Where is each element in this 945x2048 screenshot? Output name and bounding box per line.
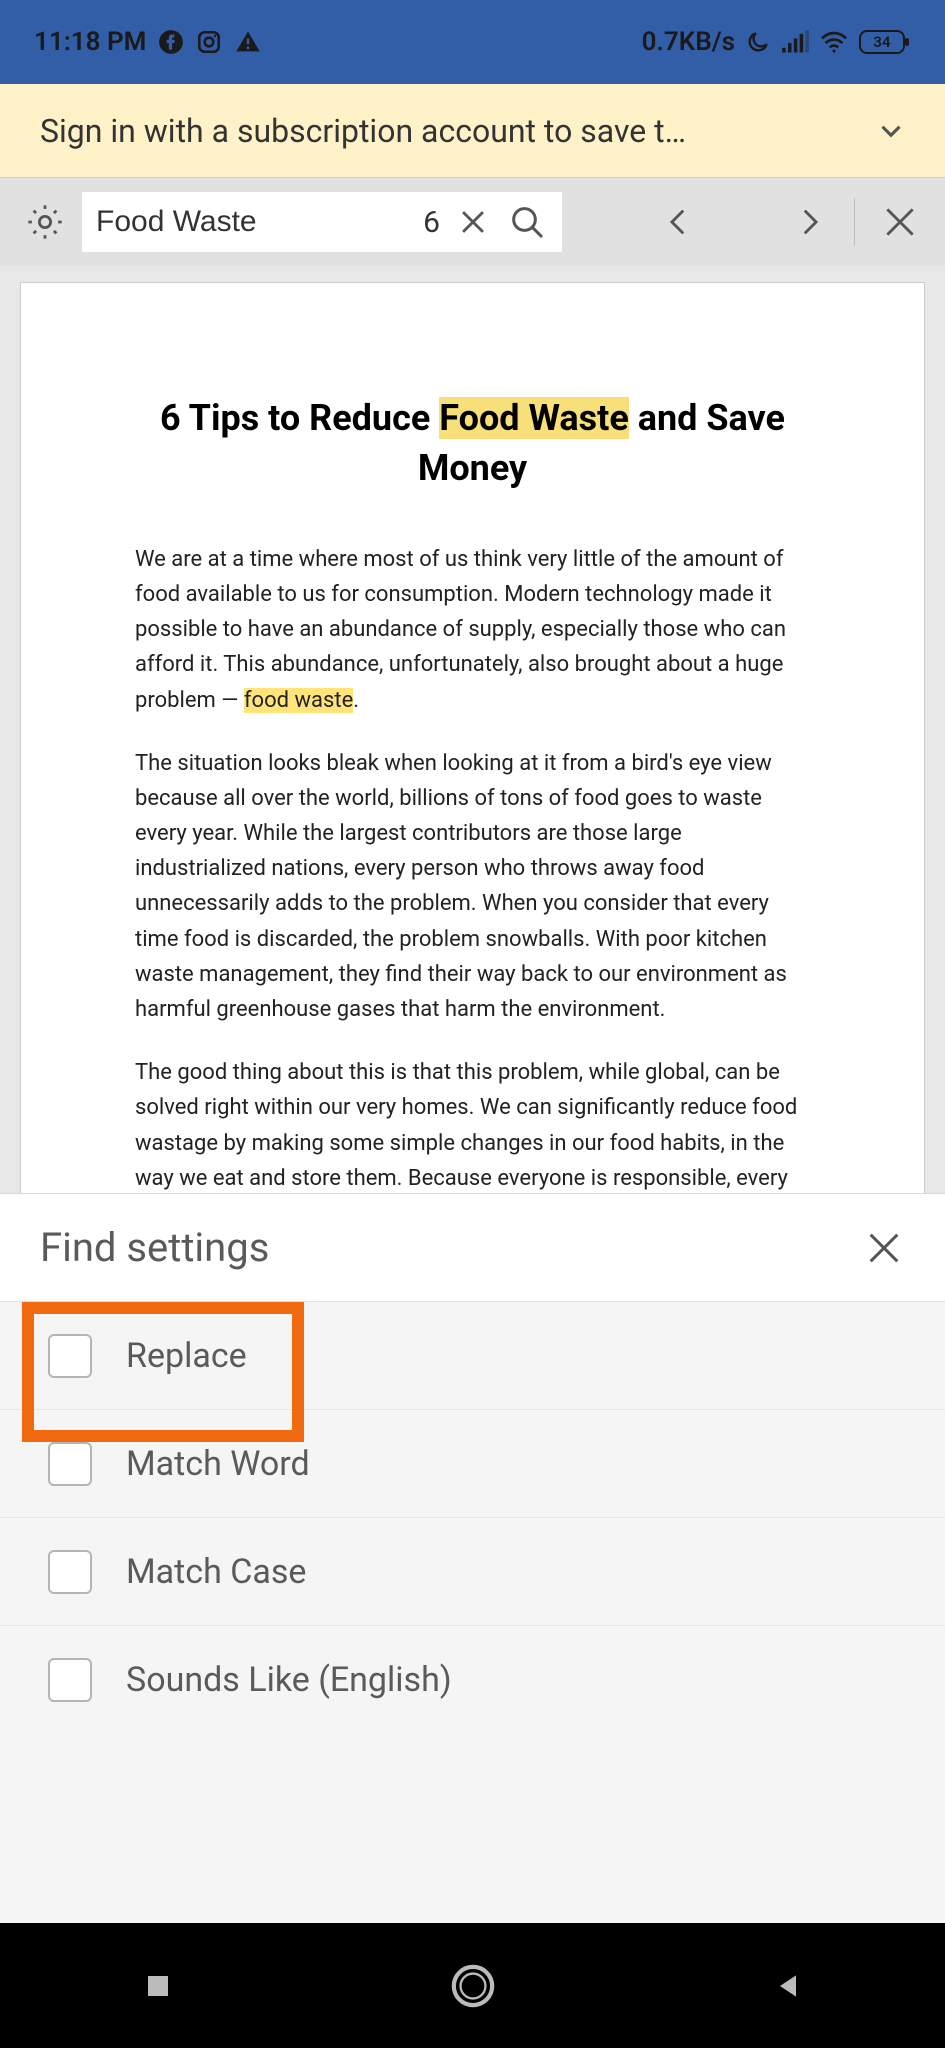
checkbox[interactable] <box>48 1334 92 1378</box>
setting-label: Replace <box>126 1336 247 1376</box>
nav-recent-button[interactable] <box>123 1951 193 2021</box>
settings-list: Replace Match Word Match Case Sounds Lik… <box>0 1302 945 1923</box>
status-left: 11:18 PM <box>34 27 262 57</box>
title-highlight: Food Waste <box>439 397 629 439</box>
setting-row-replace[interactable]: Replace <box>0 1302 945 1410</box>
facebook-icon <box>158 29 184 55</box>
banner-text: Sign in with a subscription account to s… <box>40 112 871 150</box>
chevron-down-icon <box>871 111 911 151</box>
paragraph: The situation looks bleak when looking a… <box>135 746 810 1028</box>
setting-label: Sounds Like (English) <box>126 1660 452 1700</box>
find-input-box: 6 <box>82 192 562 252</box>
setting-row-sounds-like[interactable]: Sounds Like (English) <box>0 1626 945 1734</box>
instagram-icon <box>196 29 222 55</box>
find-toolbar: 6 <box>0 178 945 266</box>
find-settings-panel: Find settings Replace Match Word Match C… <box>0 1193 945 1923</box>
network-speed: 0.7KB/s <box>642 27 735 57</box>
find-prev-button[interactable] <box>652 195 706 249</box>
nav-home-button[interactable] <box>438 1951 508 2021</box>
status-time: 11:18 PM <box>34 27 146 57</box>
clear-icon[interactable] <box>454 195 492 249</box>
doc-title: 6 Tips to Reduce Food Waste and Save Mon… <box>135 393 810 494</box>
close-icon[interactable] <box>857 1221 911 1275</box>
find-count: 6 <box>423 205 440 240</box>
setting-row-match-word[interactable]: Match Word <box>0 1410 945 1518</box>
moon-icon <box>745 29 771 55</box>
title-text: 6 Tips to Reduce <box>160 397 439 439</box>
settings-title: Find settings <box>40 1224 269 1271</box>
find-input[interactable] <box>96 205 409 239</box>
app-screen: 11:18 PM 0.7KB/s 34 <box>0 0 945 1923</box>
nav-back-button[interactable] <box>753 1951 823 2021</box>
checkbox[interactable] <box>48 1550 92 1594</box>
paragraph: We are at a time where most of us think … <box>135 542 810 718</box>
signal-icon <box>781 29 809 55</box>
warning-icon <box>234 28 262 56</box>
checkbox[interactable] <box>48 1658 92 1702</box>
signin-banner[interactable]: Sign in with a subscription account to s… <box>0 84 945 178</box>
find-close-button[interactable] <box>873 195 927 249</box>
android-navbar <box>0 1923 945 2048</box>
setting-label: Match Word <box>126 1444 310 1484</box>
svg-text:34: 34 <box>873 33 891 51</box>
checkbox[interactable] <box>48 1442 92 1486</box>
battery-icon: 34 <box>859 29 911 55</box>
setting-label: Match Case <box>126 1552 306 1592</box>
search-icon[interactable] <box>506 195 548 249</box>
setting-row-match-case[interactable]: Match Case <box>0 1518 945 1626</box>
para-text: . <box>353 688 359 713</box>
wifi-icon <box>819 30 849 54</box>
settings-header: Find settings <box>0 1194 945 1302</box>
gear-icon[interactable] <box>18 195 72 249</box>
text-highlight: food waste <box>244 688 353 713</box>
find-next-button[interactable] <box>782 195 836 249</box>
status-right: 0.7KB/s 34 <box>642 27 911 57</box>
status-bar: 11:18 PM 0.7KB/s 34 <box>0 0 945 84</box>
toolbar-divider <box>854 198 855 246</box>
para-text: We are at a time where most of us think … <box>135 547 786 713</box>
